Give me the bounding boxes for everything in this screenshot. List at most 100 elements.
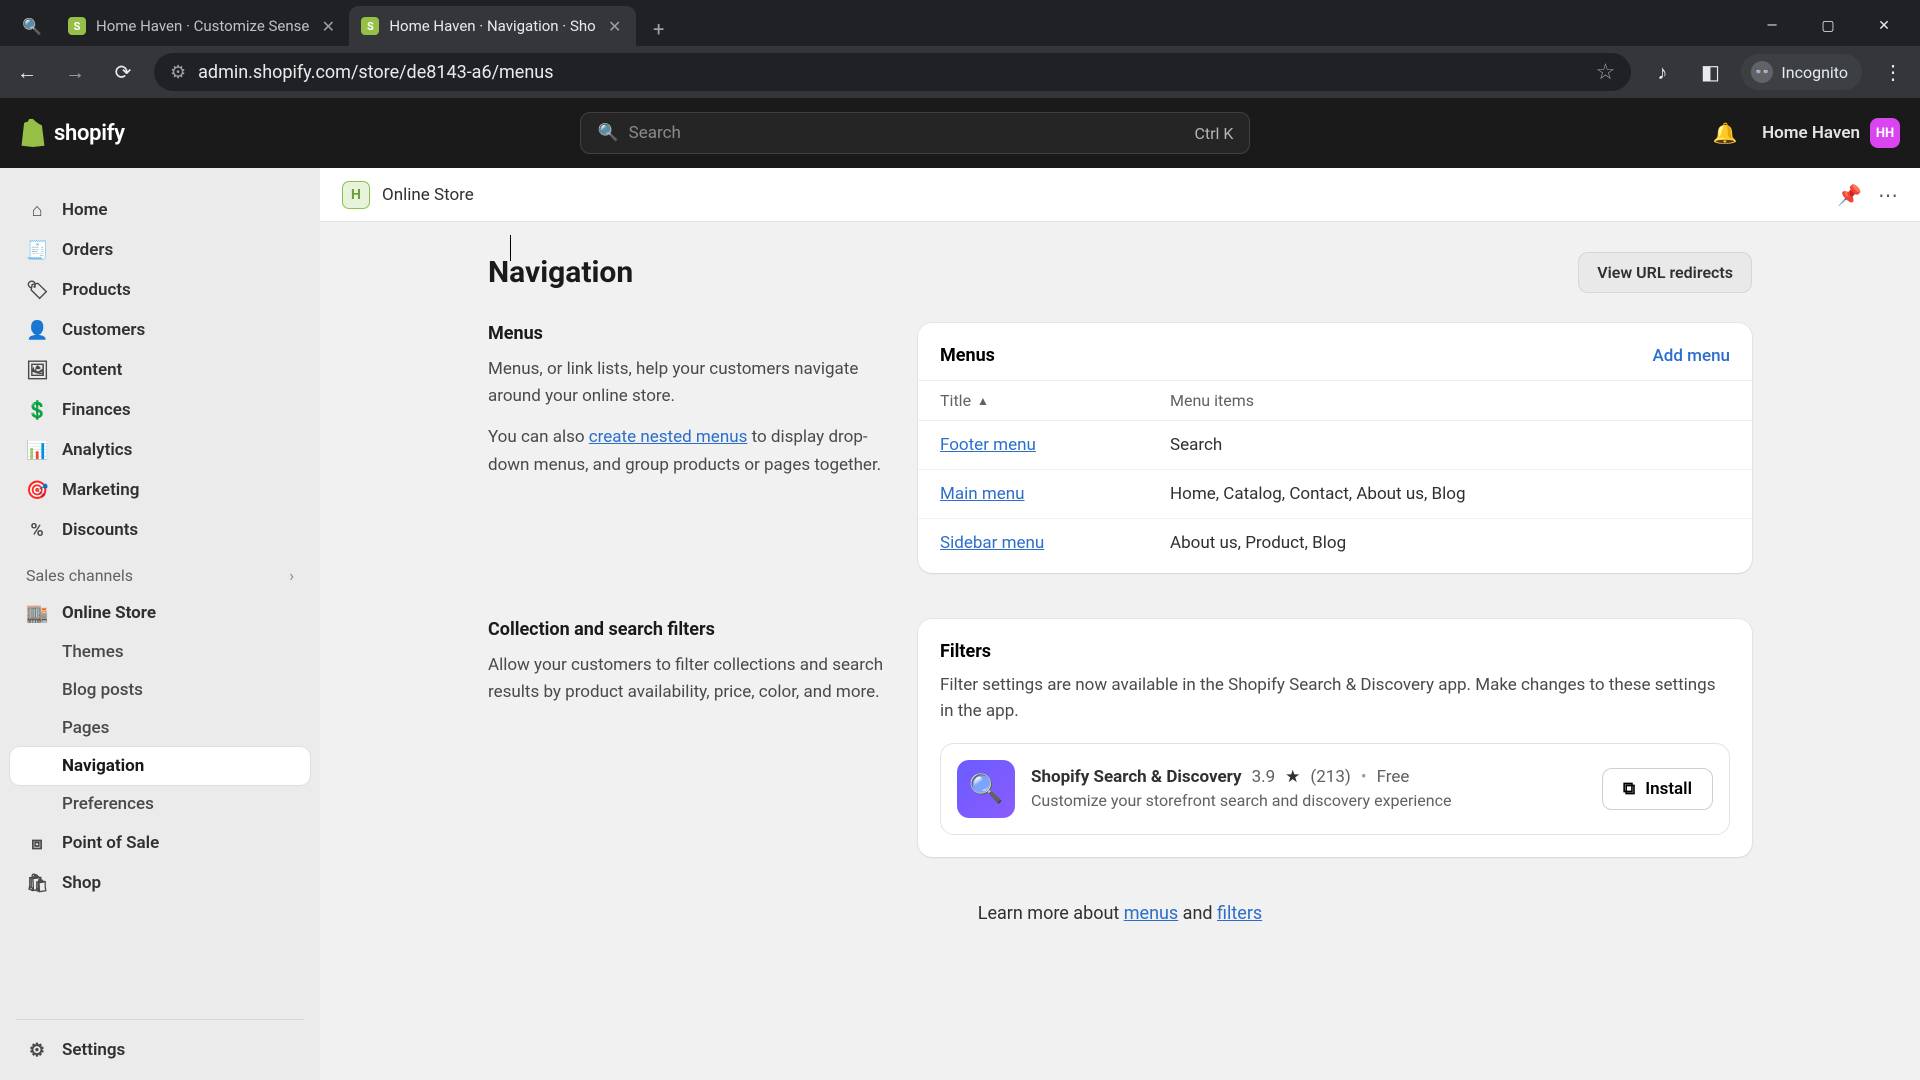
menu-link[interactable]: Footer menu	[940, 435, 1170, 455]
store-logo-icon: H	[342, 181, 370, 209]
new-tab-button[interactable]: +	[642, 12, 676, 46]
close-window-button[interactable]: ✕	[1856, 6, 1912, 46]
back-button[interactable]: ←	[10, 55, 44, 89]
reload-button[interactable]: ⟳	[106, 55, 140, 89]
sub-pages[interactable]: Pages	[10, 709, 310, 747]
nav-home[interactable]: ⌂Home	[10, 190, 310, 230]
content-icon: 🖼	[26, 360, 48, 381]
favicon-icon: S	[68, 17, 86, 35]
tab-title: Home Haven · Customize Sense	[96, 17, 309, 35]
col-title-header[interactable]: Title ▲	[940, 391, 1170, 410]
nav-products[interactable]: 🏷Products	[10, 270, 310, 310]
store-switcher[interactable]: Home Haven HH	[1762, 118, 1900, 148]
menu-row: Footer menu Search	[918, 421, 1752, 470]
add-menu-link[interactable]: Add menu	[1653, 346, 1731, 366]
menu-items: Home, Catalog, Contact, About us, Blog	[1170, 484, 1466, 504]
shopify-bag-icon	[20, 119, 46, 147]
url-text: admin.shopify.com/store/de8143-a6/menus	[198, 62, 553, 83]
analytics-icon: 📊	[26, 440, 48, 461]
online-store-icon: 🏬	[26, 603, 48, 624]
menus-info-p1: Menus, or link lists, help your customer…	[488, 356, 888, 410]
incognito-indicator[interactable]: 👓 Incognito	[1741, 54, 1862, 90]
nav-pos[interactable]: ⧈Point of Sale	[10, 823, 310, 863]
app-rating: 3.9	[1252, 767, 1276, 787]
brand-text: shopify	[54, 121, 125, 146]
menus-info-heading: Menus	[488, 323, 888, 344]
sub-themes[interactable]: Themes	[10, 633, 310, 671]
learn-filters-link[interactable]: filters	[1217, 903, 1262, 924]
sub-navigation[interactable]: Navigation	[10, 747, 310, 785]
menus-card-title: Menus	[940, 345, 995, 366]
search-icon: 🔍	[597, 123, 618, 143]
nav-discounts[interactable]: %Discounts	[10, 510, 310, 550]
app-desc: Customize your storefront search and dis…	[1031, 791, 1586, 810]
close-icon[interactable]: ✕	[606, 17, 624, 35]
filters-card: Filters Filter settings are now availabl…	[918, 619, 1752, 857]
tab-title: Home Haven · Navigation · Sho	[389, 17, 595, 35]
chevron-right-icon[interactable]: ›	[289, 566, 294, 585]
nav-content[interactable]: 🖼Content	[10, 350, 310, 390]
menu-items: Search	[1170, 435, 1222, 455]
address-bar[interactable]: ⚙ admin.shopify.com/store/de8143-a6/menu…	[154, 53, 1631, 91]
bullet-icon: •	[1361, 767, 1367, 787]
nav-shop[interactable]: 🛍Shop	[10, 863, 310, 903]
install-button[interactable]: ⧉ Install	[1602, 768, 1713, 810]
search-discovery-app-icon: 🔍	[957, 760, 1015, 818]
site-info-icon[interactable]: ⚙	[170, 62, 186, 83]
sort-asc-icon: ▲	[977, 394, 989, 408]
notifications-button[interactable]: 🔔	[1706, 114, 1744, 152]
forward-button[interactable]: →	[58, 55, 92, 89]
filters-card-desc: Filter settings are now available in the…	[940, 672, 1730, 725]
media-icon[interactable]: ♪	[1645, 55, 1679, 89]
nav-settings[interactable]: ⚙Settings	[10, 1030, 310, 1070]
home-icon: ⌂	[26, 200, 48, 221]
close-icon[interactable]: ✕	[319, 17, 337, 35]
app-price: Free	[1377, 767, 1410, 787]
browser-tab-1[interactable]: S Home Haven · Navigation · Sho ✕	[349, 6, 635, 46]
menu-link[interactable]: Main menu	[940, 484, 1170, 504]
menu-items: About us, Product, Blog	[1170, 533, 1346, 553]
shopify-logo[interactable]: shopify	[20, 119, 125, 147]
view-url-redirects-button[interactable]: View URL redirects	[1578, 252, 1752, 293]
menus-card: Menus Add menu Title ▲ Menu items Footer…	[918, 323, 1752, 573]
bookmark-icon[interactable]: ☆	[1596, 60, 1616, 85]
pin-icon[interactable]: 📌	[1837, 183, 1862, 207]
filters-info-p: Allow your customers to filter collectio…	[488, 652, 888, 706]
global-search[interactable]: 🔍 Search Ctrl K	[580, 112, 1250, 154]
sub-blog-posts[interactable]: Blog posts	[10, 671, 310, 709]
install-icon: ⧉	[1623, 779, 1635, 799]
nav-orders[interactable]: 🧾Orders	[10, 230, 310, 270]
browser-menu-button[interactable]: ⋮	[1876, 55, 1910, 89]
store-avatar: HH	[1870, 118, 1900, 148]
finances-icon: 💲	[26, 400, 48, 421]
incognito-label: Incognito	[1781, 63, 1848, 82]
col-items-header: Menu items	[1170, 391, 1254, 410]
breadcrumb[interactable]: Online Store	[382, 185, 474, 205]
more-icon[interactable]: ⋯	[1878, 183, 1898, 207]
browser-tab-0[interactable]: S Home Haven · Customize Sense ✕	[56, 6, 349, 46]
incognito-icon: 👓	[1751, 61, 1773, 83]
nav-analytics[interactable]: 📊Analytics	[10, 430, 310, 470]
sales-channels-label: Sales channels ›	[10, 550, 310, 593]
app-reviews: (213)	[1310, 767, 1350, 787]
nav-marketing[interactable]: 🎯Marketing	[10, 470, 310, 510]
nav-finances[interactable]: 💲Finances	[10, 390, 310, 430]
minimize-button[interactable]: —	[1744, 6, 1800, 46]
shop-icon: 🛍	[26, 873, 48, 894]
panel-icon[interactable]: ◧	[1693, 55, 1727, 89]
nav-online-store[interactable]: 🏬Online Store	[10, 593, 310, 633]
learn-menus-link[interactable]: menus	[1124, 903, 1178, 924]
menu-link[interactable]: Sidebar menu	[940, 533, 1170, 553]
filters-info-heading: Collection and search filters	[488, 619, 888, 640]
create-nested-menus-link[interactable]: create nested menus	[589, 427, 748, 447]
maximize-button[interactable]: ▢	[1800, 6, 1856, 46]
sub-preferences[interactable]: Preferences	[10, 785, 310, 823]
sidebar: ⌂Home 🧾Orders 🏷Products 👤Customers 🖼Cont…	[0, 168, 320, 1080]
nav-customers[interactable]: 👤Customers	[10, 310, 310, 350]
products-icon: 🏷	[26, 280, 48, 301]
store-name: Home Haven	[1762, 123, 1860, 143]
marketing-icon: 🎯	[26, 480, 48, 501]
tab-search-icon[interactable]: 🔍	[8, 6, 56, 46]
customers-icon: 👤	[26, 320, 48, 341]
favicon-icon: S	[361, 17, 379, 35]
